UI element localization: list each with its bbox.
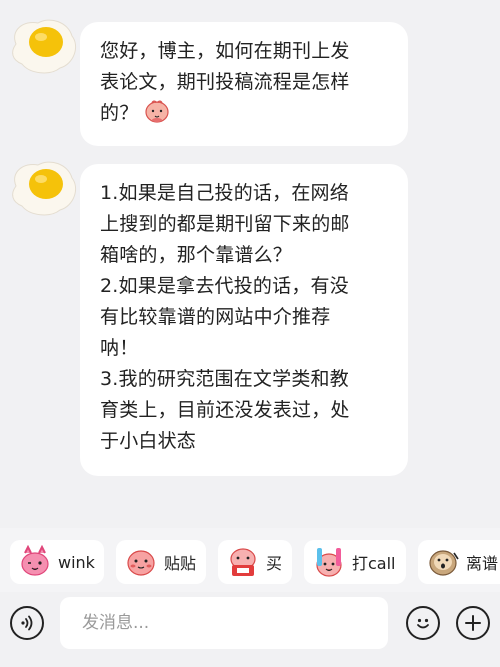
message-text-line: 有比较靠谱的网站中介推荐 (100, 306, 331, 328)
sticker-chip-hug[interactable]: 贴贴 (116, 540, 206, 584)
sticker-chip-label: 离谱 (466, 554, 499, 573)
message-text-line: 3.我的研究范围在文学类和教 (100, 368, 349, 390)
message-text-line: 上搜到的都是期刊留下来的邮 (100, 213, 350, 235)
sticker-chip-label: 打call (352, 554, 396, 573)
wink-sticker-icon (21, 545, 49, 576)
message-text-line: 育类上，目前还没发表过，处 (100, 399, 350, 421)
shocked-sticker-icon (429, 550, 459, 576)
fried-egg-icon[interactable] (6, 14, 80, 80)
plus-icon (465, 615, 481, 631)
message-text-line: 表论文，期刊投稿流程是怎样 (100, 71, 350, 93)
sticker-suggestion-bar: wink 贴贴 买 打call 离谱 (0, 528, 500, 592)
sticker-chip-label: 贴贴 (164, 554, 197, 573)
buy-sticker-icon (230, 548, 256, 576)
message-text-line: 您好，博主，如何在期刊上发 (100, 40, 350, 62)
sticker-chip-cheer[interactable]: 打call (304, 540, 406, 584)
message-text-line: 2.如果是拿去代投的话，有没 (100, 275, 349, 297)
sticker-chip-label: 买 (266, 554, 283, 573)
fried-egg-icon[interactable] (6, 156, 80, 222)
message-bubble: 1.如果是自己投的话，在网络 上搜到的都是期刊留下来的邮 箱啥的，那个靠谱么？ … (80, 164, 408, 476)
message-text-line: 的？ (100, 98, 390, 129)
message-text: 的？ (100, 102, 139, 124)
hug-sticker-icon (127, 550, 155, 576)
message-text-line: 呐！ (100, 337, 139, 359)
message-text-line: 箱啥的，那个靠谱么？ (100, 244, 293, 266)
message-input[interactable] (60, 597, 388, 649)
cheer-sticker-icon (316, 548, 342, 577)
sticker-chip-buy[interactable]: 买 (218, 540, 292, 584)
emoji-button[interactable] (406, 606, 440, 640)
voice-wave-icon (21, 615, 33, 631)
sticker-chip-shocked[interactable]: 离谱 (418, 540, 500, 584)
message-text-line: 1.如果是自己投的话，在网络 (100, 182, 349, 204)
message-bubble: 您好，博主，如何在期刊上发 表论文，期刊投稿流程是怎样 的？ (80, 22, 408, 146)
sticker-chip-label: wink (58, 552, 95, 572)
smiley-icon (417, 618, 429, 629)
add-attachment-button[interactable] (456, 606, 490, 640)
voice-input-button[interactable] (10, 606, 44, 640)
shy-face-emoji-icon (145, 100, 170, 123)
message-input-bar (0, 592, 500, 667)
message-text-line: 于小白状态 (100, 430, 197, 452)
sticker-chip-wink[interactable]: wink (10, 540, 104, 584)
chat-area: 您好，博主，如何在期刊上发 表论文，期刊投稿流程是怎样 的？ 1.如果是自己投的… (0, 0, 500, 528)
